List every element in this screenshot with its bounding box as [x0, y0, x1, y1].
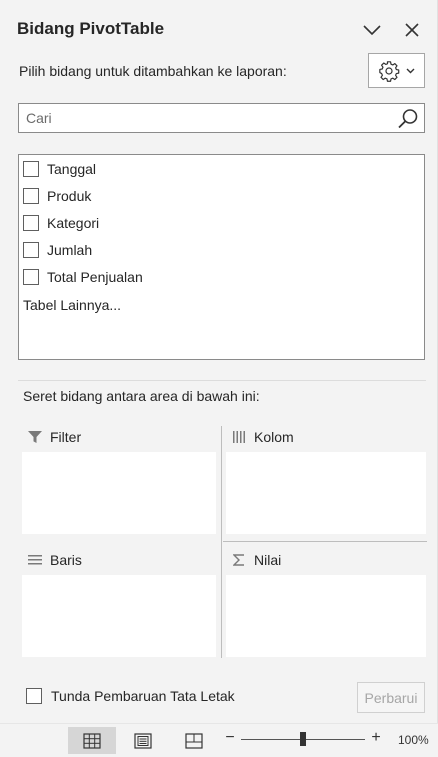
status-bar: − + 100% — [0, 723, 438, 757]
close-button[interactable] — [398, 16, 426, 44]
dropdown-caret-icon — [406, 68, 415, 73]
chevron-down-icon — [363, 25, 381, 36]
columns-drop-zone[interactable] — [226, 452, 426, 534]
field-item[interactable]: Total Penjualan — [23, 266, 143, 288]
zoom-in-button[interactable]: + — [369, 729, 383, 747]
field-label: Produk — [47, 188, 92, 204]
field-item[interactable]: Produk — [23, 185, 91, 207]
gear-icon — [379, 60, 400, 82]
rows-area-label: Baris — [50, 552, 82, 568]
sigma-icon — [230, 552, 248, 568]
rows-drop-zone[interactable] — [22, 575, 216, 657]
values-drop-zone[interactable] — [226, 575, 426, 657]
field-item[interactable]: Jumlah — [23, 239, 92, 261]
field-list: Tanggal Produk Kategori Jumlah Total Pen… — [18, 154, 425, 360]
page-layout-view-button[interactable] — [119, 727, 167, 754]
field-item[interactable]: Tanggal — [23, 158, 96, 180]
defer-layout-update-option[interactable]: Tunda Pembaruan Tata Letak — [26, 688, 235, 704]
search-box — [18, 103, 425, 133]
field-checkbox[interactable] — [23, 269, 39, 285]
field-label: Jumlah — [47, 242, 93, 258]
defer-layout-update-label: Tunda Pembaruan Tata Letak — [51, 688, 235, 704]
section-divider — [18, 380, 426, 381]
field-label: Tanggal — [47, 161, 97, 177]
more-tables-link[interactable]: Tabel Lainnya... — [23, 297, 121, 313]
rows-area-header: Baris — [26, 552, 82, 568]
normal-view-button[interactable] — [68, 727, 116, 754]
columns-area-header: Kolom — [230, 429, 294, 445]
update-button[interactable]: Perbarui — [357, 682, 425, 713]
search-icon[interactable] — [396, 107, 420, 131]
field-checkbox[interactable] — [23, 161, 39, 177]
values-area-label: Nilai — [254, 552, 282, 568]
pane-title: Bidang PivotTable — [17, 19, 165, 38]
field-label: Kategori — [47, 215, 100, 231]
filter-icon — [26, 429, 44, 445]
columns-icon — [230, 429, 248, 445]
close-icon — [405, 23, 419, 37]
field-item[interactable]: Kategori — [23, 212, 99, 234]
zoom-level-label[interactable]: 100% — [398, 733, 429, 747]
pane-options-chevron-button[interactable] — [358, 16, 386, 44]
values-area-header: Nilai — [230, 552, 281, 568]
field-label: Total Penjualan — [47, 269, 143, 285]
field-checkbox[interactable] — [23, 215, 39, 231]
choose-fields-label: Pilih bidang untuk ditambahkan ke lapora… — [19, 63, 287, 79]
search-input[interactable] — [19, 104, 389, 132]
page-break-icon — [185, 732, 203, 749]
grid-view-icon — [83, 732, 101, 749]
rows-icon — [26, 552, 44, 568]
field-checkbox[interactable] — [23, 242, 39, 258]
zoom-slider-thumb[interactable] — [300, 732, 306, 746]
area-horizontal-separator — [223, 541, 427, 542]
pivottable-fields-pane: Bidang PivotTable Pilih bidang untuk dit… — [0, 0, 438, 723]
area-vertical-separator — [221, 426, 222, 658]
filter-area-header: Filter — [26, 429, 81, 445]
columns-area-label: Kolom — [254, 429, 294, 445]
zoom-out-button[interactable]: − — [223, 729, 237, 747]
filter-drop-zone[interactable] — [22, 452, 216, 534]
page-layout-icon — [134, 732, 152, 749]
filter-area-label: Filter — [50, 429, 82, 445]
page-break-preview-button[interactable] — [170, 727, 218, 754]
field-checkbox[interactable] — [23, 188, 39, 204]
drag-fields-hint: Seret bidang antara area di bawah ini: — [23, 388, 260, 404]
defer-layout-update-checkbox[interactable] — [26, 688, 42, 704]
tools-settings-button[interactable] — [368, 53, 425, 88]
